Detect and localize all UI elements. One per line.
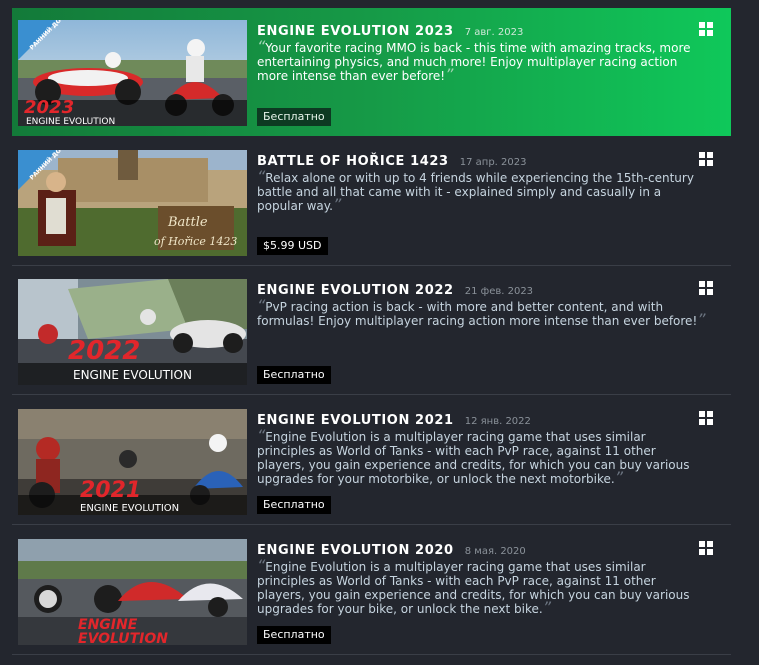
game-title[interactable]: ENGINE EVOLUTION 2023 bbox=[257, 24, 454, 39]
game-list: РАННИЙ ДОСТУП 2023 ENGINE EVOLUTION ENGI… bbox=[0, 0, 759, 665]
game-title[interactable]: ENGINE EVOLUTION 2022 bbox=[257, 283, 454, 298]
description-text: PvP racing action is back - with more an… bbox=[257, 300, 698, 328]
game-row-battle-of-horice[interactable]: Battle of Hořice 1423 РАННИЙ ДОСТУП BATT… bbox=[12, 138, 731, 266]
close-quote-icon: ” bbox=[542, 598, 551, 617]
game-row-engine-evolution-2020[interactable]: ENGINE EVOLUTION ENGINE EVOLUTION 2020 8… bbox=[12, 527, 731, 655]
game-description: “Engine Evolution is a multiplayer racin… bbox=[257, 428, 707, 487]
game-title-line: ENGINE EVOLUTION 2022 21 фев. 2023 bbox=[257, 279, 533, 298]
close-quote-icon: ” bbox=[697, 310, 706, 329]
windows-icon bbox=[699, 22, 713, 36]
release-date: 8 мая. 2020 bbox=[464, 546, 526, 557]
game-description: “PvP racing action is back - with more a… bbox=[257, 298, 707, 329]
capsule-title-line2: of Hořice 1423 bbox=[154, 235, 237, 248]
game-title-line: BATTLE OF HOŘICE 1423 17 апр. 2023 bbox=[257, 150, 526, 169]
game-title-line: ENGINE EVOLUTION 2023 7 авг. 2023 bbox=[257, 20, 523, 39]
description-text: Engine Evolution is a multiplayer racing… bbox=[257, 560, 690, 616]
game-row-engine-evolution-2022[interactable]: 2022 ENGINE EVOLUTION ENGINE EVOLUTION 2… bbox=[12, 267, 731, 395]
capsule-caption: ENGINE EVOLUTION bbox=[80, 503, 179, 514]
game-row-engine-evolution-2021[interactable]: 2021 ENGINE EVOLUTION ENGINE EVOLUTION 2… bbox=[12, 397, 731, 525]
description-text: Relax alone or with up to 4 friends whil… bbox=[257, 171, 694, 213]
game-capsule-image[interactable]: Battle of Hořice 1423 РАННИЙ ДОСТУП bbox=[18, 150, 247, 256]
game-capsule-image[interactable]: 2021 ENGINE EVOLUTION bbox=[18, 409, 247, 515]
game-title-line: ENGINE EVOLUTION 2021 12 янв. 2022 bbox=[257, 409, 531, 428]
game-capsule-image[interactable]: 2022 ENGINE EVOLUTION bbox=[18, 279, 247, 385]
capsule-logo-line2: EVOLUTION bbox=[78, 631, 168, 645]
price-badge: Бесплатно bbox=[257, 108, 331, 126]
release-date: 21 фев. 2023 bbox=[464, 286, 534, 297]
game-description: “Your favorite racing MMO is back - this… bbox=[257, 39, 707, 84]
game-title[interactable]: ENGINE EVOLUTION 2020 bbox=[257, 543, 454, 558]
capsule-logo: 2021 bbox=[80, 478, 141, 503]
description-text: Your favorite racing MMO is back - this … bbox=[257, 41, 691, 83]
windows-icon bbox=[699, 411, 713, 425]
game-row-engine-evolution-2023[interactable]: РАННИЙ ДОСТУП 2023 ENGINE EVOLUTION ENGI… bbox=[12, 8, 731, 136]
release-date: 12 янв. 2022 bbox=[464, 416, 531, 427]
game-capsule-image[interactable]: ENGINE EVOLUTION bbox=[18, 539, 247, 645]
capsule-logo: 2022 bbox=[68, 336, 140, 366]
capsule-logo: 2023 bbox=[24, 97, 74, 118]
game-description: “Engine Evolution is a multiplayer racin… bbox=[257, 558, 707, 617]
windows-icon bbox=[699, 541, 713, 555]
description-text: Engine Evolution is a multiplayer racing… bbox=[257, 430, 690, 486]
capsule-caption: ENGINE EVOLUTION bbox=[26, 117, 115, 126]
game-capsule-image[interactable]: РАННИЙ ДОСТУП 2023 ENGINE EVOLUTION bbox=[18, 20, 247, 126]
price-badge: $5.99 USD bbox=[257, 237, 328, 255]
capsule-title-line1: Battle bbox=[167, 215, 208, 230]
windows-icon bbox=[699, 281, 713, 295]
game-title[interactable]: BATTLE OF HOŘICE 1423 bbox=[257, 154, 449, 169]
price-badge: Бесплатно bbox=[257, 496, 331, 514]
close-quote-icon: ” bbox=[333, 195, 342, 214]
close-quote-icon: ” bbox=[614, 468, 624, 487]
price-badge: Бесплатно bbox=[257, 366, 331, 384]
capsule-caption: ENGINE EVOLUTION bbox=[73, 368, 192, 382]
windows-icon bbox=[699, 152, 713, 166]
price-badge: Бесплатно bbox=[257, 626, 331, 644]
close-quote-icon: ” bbox=[445, 65, 454, 84]
release-date: 17 апр. 2023 bbox=[459, 157, 527, 168]
game-title-line: ENGINE EVOLUTION 2020 8 мая. 2020 bbox=[257, 539, 526, 558]
game-title[interactable]: ENGINE EVOLUTION 2021 bbox=[257, 413, 454, 428]
game-description: “Relax alone or with up to 4 friends whi… bbox=[257, 169, 707, 214]
release-date: 7 авг. 2023 bbox=[464, 27, 524, 38]
